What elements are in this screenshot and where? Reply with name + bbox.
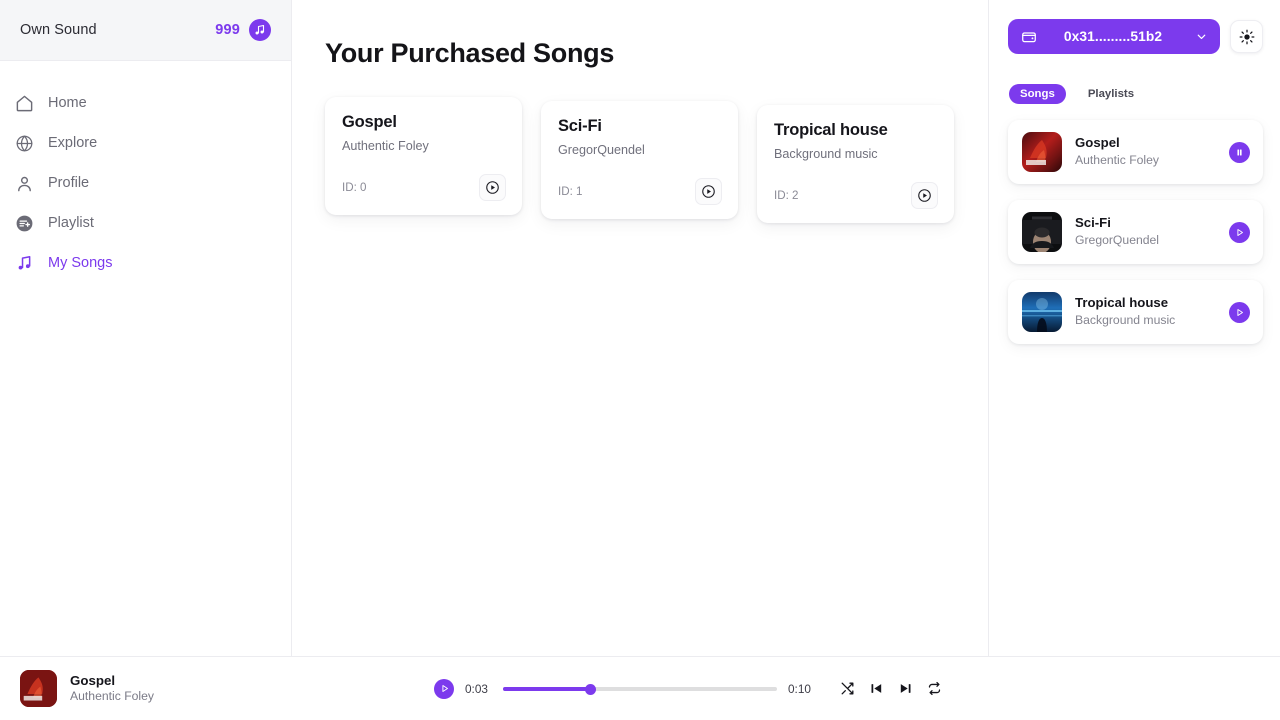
- shuffle-icon[interactable]: [840, 681, 855, 696]
- sidebar-item-profile[interactable]: Profile: [0, 163, 291, 203]
- song-card-title: Gospel: [342, 113, 397, 131]
- song-card-title: Sci-Fi: [558, 117, 602, 135]
- sidebar-header: Own Sound 999: [0, 0, 291, 61]
- right-song-list: Gospel Authentic Foley Sci-Fi GregorQuen…: [1008, 120, 1263, 344]
- user-icon: [14, 173, 34, 193]
- now-playing-title: Gospel: [70, 672, 116, 688]
- list-item-artist: Authentic Foley: [1075, 152, 1160, 167]
- play-icon[interactable]: [1229, 301, 1250, 323]
- list-item-text: Sci-Fi GregorQuendel: [1075, 215, 1229, 248]
- song-card[interactable]: Tropical house Background music ID: 2: [757, 105, 954, 224]
- home-icon: [14, 93, 34, 113]
- app-root: Own Sound 999 Home Explore Profile Playl…: [0, 0, 1280, 720]
- list-item-artist: GregorQuendel: [1075, 232, 1160, 247]
- sidebar-item-label: Explore: [48, 135, 98, 151]
- transport-controls: [840, 681, 942, 696]
- playlist-add-icon: [14, 213, 34, 233]
- progress-knob[interactable]: [585, 683, 597, 695]
- song-card[interactable]: Sci-Fi GregorQuendel ID: 1: [541, 101, 738, 220]
- main-content: Your Purchased Songs Gospel Authentic Fo…: [292, 0, 989, 656]
- song-card-artist: GregorQuendel: [558, 143, 645, 158]
- sidebar: Own Sound 999 Home Explore Profile Playl…: [0, 0, 292, 656]
- play-icon: [439, 683, 450, 694]
- song-card-footer: ID: 2: [774, 182, 938, 210]
- play-icon[interactable]: [1229, 221, 1250, 243]
- play-circle-icon[interactable]: [695, 178, 722, 206]
- total-time: 0:10: [788, 681, 811, 696]
- sidebar-item-label: Playlist: [48, 215, 94, 231]
- progress-fill: [503, 686, 591, 691]
- list-item-title: Tropical house: [1075, 295, 1169, 311]
- skip-forward-icon[interactable]: [898, 681, 913, 696]
- play-circle-icon[interactable]: [479, 174, 506, 202]
- music-note-icon: [249, 19, 271, 41]
- now-playing-art: [20, 670, 57, 707]
- tab-songs[interactable]: Songs: [1009, 84, 1066, 104]
- chevron-down-icon: [1195, 30, 1208, 43]
- credit-count: 999: [215, 22, 240, 38]
- purchased-songs-grid: Gospel Authentic Foley ID: 0 Sci-Fi Greg…: [325, 97, 988, 224]
- now-playing: Gospel Authentic Foley: [20, 670, 310, 707]
- song-card[interactable]: Gospel Authentic Foley ID: 0: [325, 97, 522, 216]
- brand-name: Own Sound: [20, 22, 97, 38]
- sidebar-item-label: Home: [48, 95, 87, 111]
- list-item-text: Gospel Authentic Foley: [1075, 135, 1229, 168]
- song-card-id: ID: 1: [558, 185, 583, 199]
- sidebar-item-label: My Songs: [48, 255, 113, 271]
- list-item-title: Sci-Fi: [1075, 215, 1111, 231]
- globe-icon: [14, 133, 34, 153]
- list-item[interactable]: Tropical house Background music: [1008, 280, 1263, 344]
- sidebar-item-my-songs[interactable]: My Songs: [0, 243, 291, 283]
- album-art: [1022, 212, 1062, 252]
- song-card-artist: Background music: [774, 147, 878, 162]
- right-panel: 0x31.........51b2 Songs Playlists Gospel…: [989, 0, 1280, 656]
- skip-back-icon[interactable]: [869, 681, 884, 696]
- tab-playlists[interactable]: Playlists: [1077, 84, 1145, 104]
- wallet-address-text: 0x31.........51b2: [1063, 29, 1163, 44]
- play-pause-button[interactable]: [434, 678, 454, 699]
- sun-icon: [1239, 29, 1255, 45]
- page-title: Your Purchased Songs: [325, 38, 615, 68]
- current-time: 0:03: [465, 681, 488, 696]
- progress-slider[interactable]: [503, 683, 777, 695]
- song-card-footer: ID: 0: [342, 174, 506, 202]
- list-item[interactable]: Sci-Fi GregorQuendel: [1008, 200, 1263, 264]
- album-art: [1022, 132, 1062, 172]
- sidebar-item-home[interactable]: Home: [0, 83, 291, 123]
- song-card-id: ID: 2: [774, 189, 799, 203]
- music-notes-icon: [14, 253, 34, 273]
- wallet-address-button[interactable]: 0x31.........51b2: [1008, 19, 1220, 54]
- sidebar-nav: Home Explore Profile Playlist My Songs: [0, 61, 291, 283]
- now-playing-text: Gospel Authentic Foley: [70, 672, 154, 705]
- list-item-text: Tropical house Background music: [1075, 295, 1229, 328]
- right-panel-tabs: Songs Playlists: [1008, 84, 1263, 104]
- list-item[interactable]: Gospel Authentic Foley: [1008, 120, 1263, 184]
- song-card-id: ID: 0: [342, 181, 367, 195]
- play-circle-icon[interactable]: [911, 182, 938, 210]
- sidebar-item-label: Profile: [48, 175, 90, 191]
- list-item-title: Gospel: [1075, 135, 1120, 151]
- song-card-artist: Authentic Foley: [342, 139, 429, 154]
- repeat-icon[interactable]: [927, 681, 942, 696]
- player-controls: 0:03 0:10: [434, 678, 942, 699]
- song-card-footer: ID: 1: [558, 178, 722, 206]
- album-art: [1022, 292, 1062, 332]
- sidebar-item-playlist[interactable]: Playlist: [0, 203, 291, 243]
- sidebar-item-explore[interactable]: Explore: [0, 123, 291, 163]
- right-panel-header: 0x31.........51b2: [1008, 19, 1263, 54]
- player-bar: Gospel Authentic Foley 0:03 0:10: [0, 656, 1280, 720]
- list-item-artist: Background music: [1075, 312, 1176, 327]
- now-playing-artist: Authentic Foley: [70, 689, 155, 704]
- pause-icon[interactable]: [1229, 141, 1250, 163]
- theme-toggle-button[interactable]: [1230, 20, 1263, 53]
- credits-group: 999: [215, 19, 271, 41]
- song-card-title: Tropical house: [774, 121, 888, 139]
